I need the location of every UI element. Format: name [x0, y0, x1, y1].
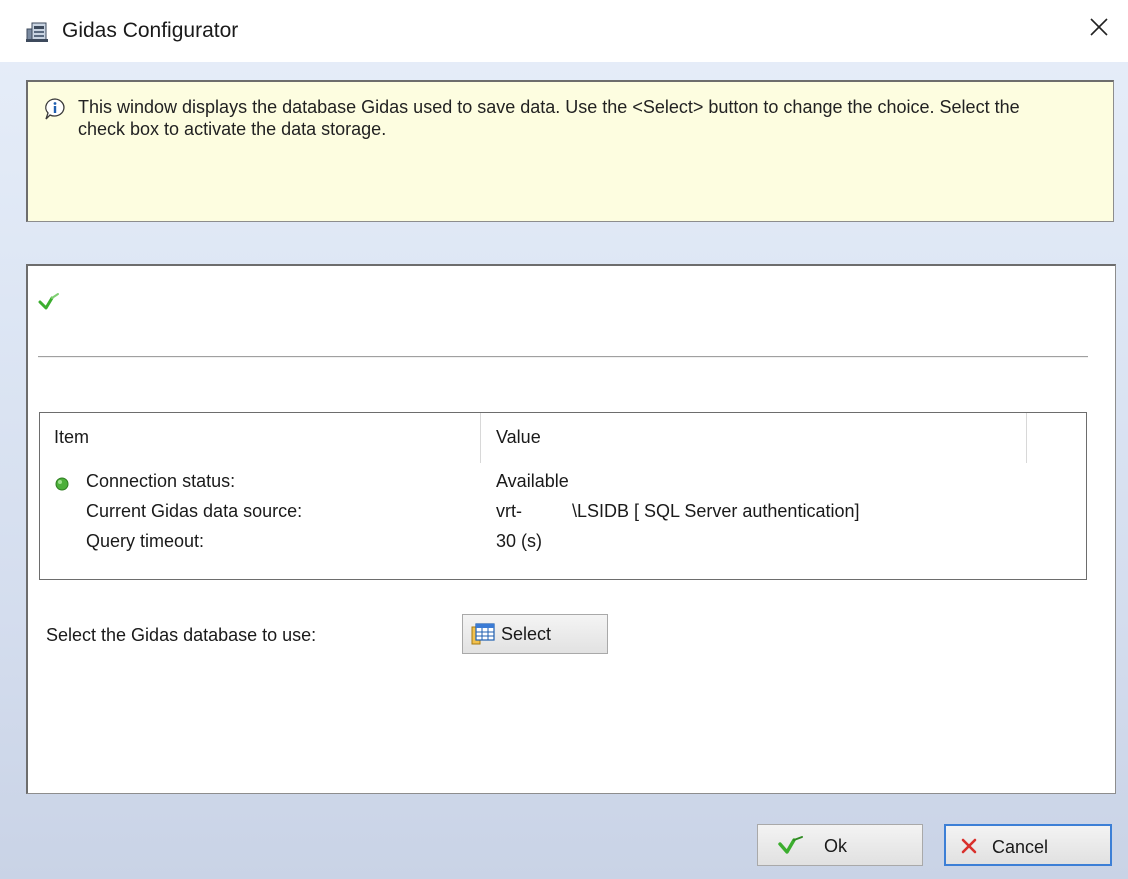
window-title: Gidas Configurator [62, 19, 239, 42]
select-database-label: Select the Gidas database to use: [46, 625, 317, 645]
close-button[interactable] [1084, 14, 1114, 44]
separator [38, 356, 1088, 358]
red-x-icon [960, 837, 978, 855]
info-speech-icon [44, 98, 66, 120]
green-check-icon [38, 292, 62, 312]
select-button[interactable]: Select [462, 614, 608, 654]
grid-header: Item Value [40, 413, 1086, 465]
column-divider[interactable] [1026, 413, 1027, 463]
green-check-icon [778, 835, 804, 855]
row-value: Available [496, 471, 569, 491]
row-value: 30 (s) [496, 531, 543, 551]
green-status-dot-icon [55, 475, 69, 491]
row-label: Query timeout: [86, 531, 205, 551]
column-header-item[interactable]: Item [54, 427, 89, 448]
table-row[interactable]: Query timeout: 30 (s) [40, 531, 1086, 557]
column-header-value[interactable]: Value [496, 427, 541, 448]
ok-button-label: Ok [824, 836, 848, 856]
properties-grid: Item Value Connection status: Available … [39, 412, 1087, 580]
gidas-configurator-window: Gidas Configurator This window displays … [0, 0, 1128, 879]
cancel-button-label: Cancel [992, 837, 1049, 857]
table-select-icon [471, 623, 495, 645]
cancel-button[interactable]: Cancel [944, 824, 1112, 866]
info-panel: This window displays the database Gidas … [26, 80, 1114, 222]
database-config-icon [26, 20, 48, 42]
row-value: vrt- \LSIDB [ SQL Server authentication] [496, 501, 860, 521]
info-message: This window displays the database Gidas … [78, 97, 1020, 139]
row-label: Connection status: [86, 471, 236, 491]
ok-button[interactable]: Ok [757, 824, 923, 866]
main-panel: Item Value Connection status: Available … [26, 264, 1116, 794]
select-button-label: Select [501, 624, 552, 644]
table-row[interactable]: Connection status: Available [40, 471, 1086, 497]
title-bar: Gidas Configurator [0, 0, 1128, 62]
row-label: Current Gidas data source: [86, 501, 303, 521]
close-icon [1089, 17, 1109, 42]
table-row[interactable]: Current Gidas data source: vrt- \LSIDB [… [40, 501, 1086, 527]
column-divider[interactable] [480, 413, 481, 463]
